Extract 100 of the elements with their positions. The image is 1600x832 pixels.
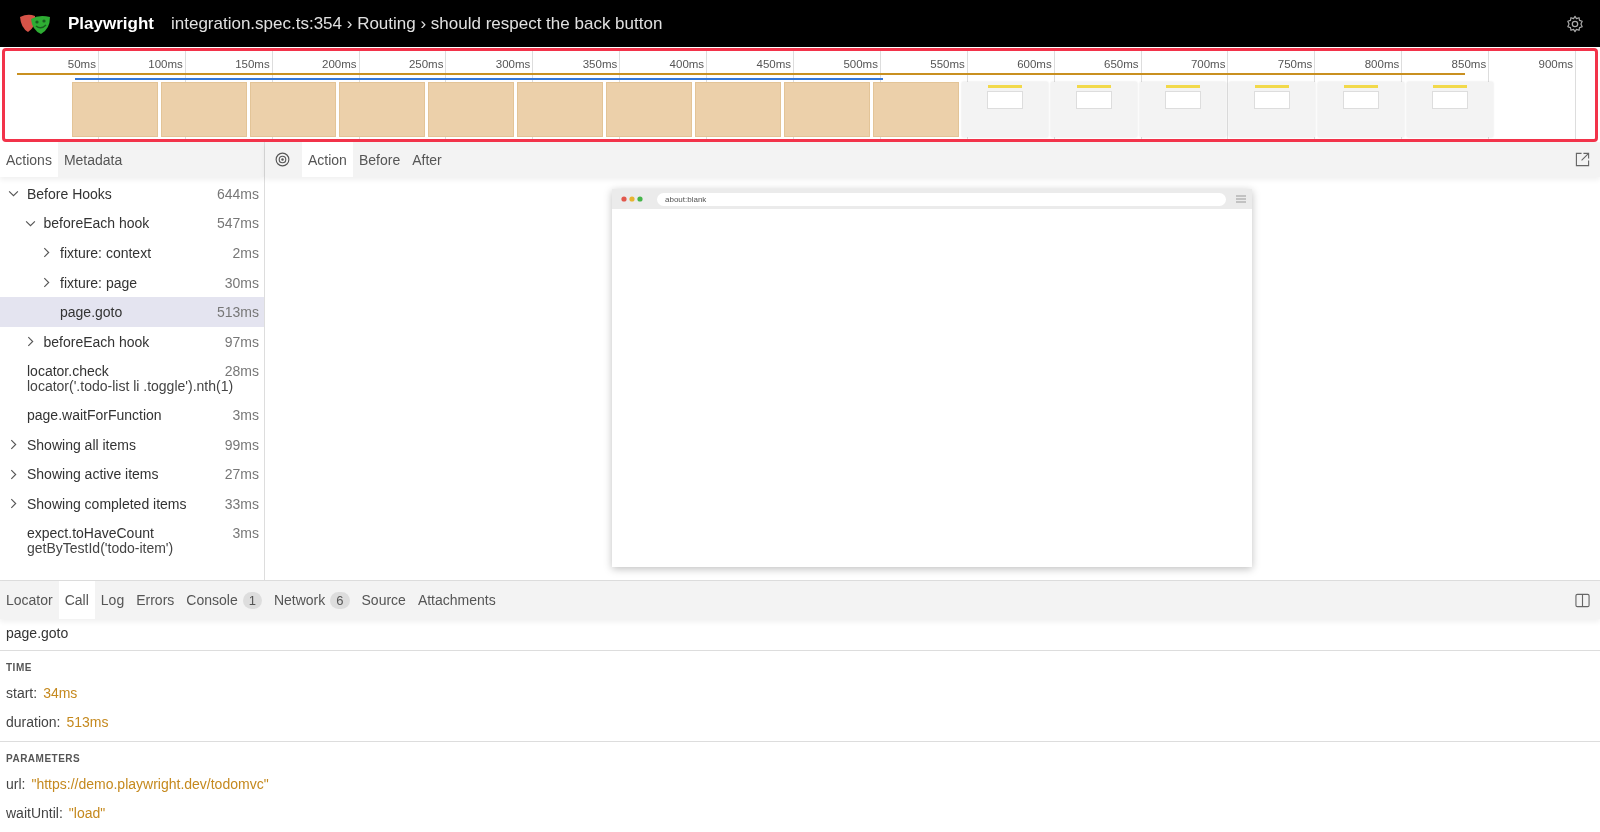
filmstrip-frame[interactable] [784, 82, 870, 137]
action-row[interactable]: fixture: page 30ms [0, 267, 264, 298]
filmstrip-frame[interactable] [695, 82, 781, 137]
chevron-icon[interactable] [26, 336, 34, 348]
filmstrip-frame[interactable] [1229, 82, 1315, 137]
tick-label: 400ms [669, 57, 706, 71]
tick-label: 700ms [1190, 57, 1227, 71]
filmstrip-frame[interactable] [1140, 82, 1226, 137]
details-tab[interactable]: Source [355, 581, 412, 619]
action-label: beforeEach hook [43, 333, 150, 350]
chevron-icon[interactable] [43, 247, 50, 259]
chevron-icon[interactable] [24, 219, 36, 227]
action-duration: 547ms [216, 215, 259, 232]
details-tab[interactable]: Locator [0, 581, 59, 619]
tick-label: 500ms [843, 57, 879, 71]
action-label: Showing completed items [27, 495, 187, 512]
action-label: expect.toHaveCount [27, 525, 154, 542]
details-tab[interactable]: Console 1 [180, 581, 268, 619]
app-name: Playwright [68, 13, 154, 34]
filmstrip-frame[interactable] [250, 82, 336, 137]
settings-icon[interactable] [1566, 14, 1584, 33]
param-name: start: [6, 685, 38, 701]
action-row[interactable]: expect.toHaveCount 3ms getByTestId('todo-item') [0, 518, 264, 563]
action-duration: 97ms [224, 333, 259, 350]
action-row[interactable]: Showing all items 99ms [0, 429, 264, 460]
filmstrip-frame[interactable] [962, 82, 1048, 137]
action-label: page.waitForFunction [27, 406, 162, 423]
tick-label: 350ms [582, 57, 619, 71]
snapshot-tab[interactable]: Before [352, 142, 407, 177]
action-row[interactable]: beforeEach hook 97ms [0, 326, 264, 357]
action-duration: 27ms [224, 466, 259, 483]
action-label: fixture: page [60, 274, 138, 291]
param-value: "https://demo.playwright.dev/todomvc" [31, 776, 269, 792]
chevron-icon[interactable] [10, 468, 17, 480]
snapshot-tab[interactable]: After [406, 142, 448, 177]
action-label: page.goto [60, 304, 123, 321]
action-label: Showing active items [27, 466, 159, 483]
action-label: Before Hooks [27, 185, 112, 202]
filmstrip-frame[interactable] [339, 82, 425, 137]
tick-label: 450ms [756, 57, 792, 71]
param-value: 34ms [43, 685, 78, 701]
tick-label: 50ms [67, 57, 97, 71]
sidebar-tab[interactable]: Actions [0, 142, 58, 177]
action-duration: 644ms [216, 185, 259, 202]
action-row[interactable]: fixture: context 2ms [0, 238, 264, 268]
tick-label: 900ms [1538, 57, 1575, 71]
details-tab[interactable]: Errors [130, 581, 181, 619]
action-row[interactable]: beforeEach hook 547ms [0, 208, 264, 239]
sidebar-tab[interactable]: Metadata [57, 142, 129, 177]
filmstrip-frame[interactable] [873, 82, 959, 137]
action-locator: getByTestId('todo-item') [27, 540, 175, 559]
filmstrip-frame[interactable] [517, 82, 603, 137]
tick-label: 150ms [235, 57, 271, 71]
action-duration: 30ms [224, 274, 259, 291]
action-duration: 28ms [224, 363, 259, 380]
tick-label: 100ms [148, 57, 184, 71]
action-label: Showing all items [27, 436, 136, 453]
target-icon[interactable] [275, 152, 290, 167]
tick-label: 300ms [495, 57, 532, 71]
filmstrip-frame[interactable] [428, 82, 514, 137]
chevron-icon[interactable] [8, 190, 19, 198]
tick-label: 750ms [1277, 57, 1314, 71]
action-row[interactable]: page.goto 513ms [0, 297, 264, 327]
action-label: beforeEach hook [43, 215, 150, 232]
action-row[interactable]: page.waitForFunction 3ms [0, 400, 264, 430]
details-tab[interactable]: Network 6 [267, 581, 356, 619]
tick-label: 850ms [1451, 57, 1488, 71]
section-heading: TIME [5, 661, 33, 675]
open-external-icon[interactable] [1575, 152, 1590, 167]
action-row[interactable]: Showing active items 27ms [0, 459, 264, 489]
action-duration: 99ms [224, 436, 259, 453]
filmstrip-frame[interactable] [1407, 82, 1493, 137]
tick-label: 550ms [930, 57, 966, 71]
filmstrip-frame[interactable] [161, 82, 247, 137]
chevron-icon[interactable] [10, 439, 17, 451]
action-duration: 33ms [224, 495, 259, 512]
tick-label: 650ms [1104, 57, 1140, 71]
snapshot-tab[interactable]: Action [302, 142, 353, 177]
menu-icon [1236, 195, 1246, 203]
details-tab[interactable]: Call [58, 581, 95, 619]
tick-label: 800ms [1364, 57, 1401, 71]
filmstrip-frame[interactable] [1051, 82, 1137, 137]
action-duration: 3ms [232, 525, 259, 542]
tick-label: 200ms [322, 57, 358, 71]
chevron-icon[interactable] [43, 277, 50, 289]
action-row[interactable]: locator.check 28ms locator('.todo-list li .toggle').nth(1) [0, 356, 264, 401]
filmstrip-frame[interactable] [606, 82, 692, 137]
details-tab[interactable]: Log [94, 581, 131, 619]
tick-label: 600ms [1017, 57, 1053, 71]
filmstrip-frame[interactable] [72, 82, 158, 137]
param-value: 513ms [66, 714, 109, 730]
details-tab[interactable]: Attachments [411, 581, 502, 619]
action-row[interactable]: Before Hooks 644ms [0, 179, 264, 209]
param-name: url: [6, 776, 26, 792]
call-title: page.goto [0, 619, 1600, 651]
chevron-icon[interactable] [10, 498, 17, 510]
action-row[interactable]: Showing completed items 33ms [0, 488, 264, 519]
action-locator: locator('.todo-list li .toggle').nth(1) [27, 378, 235, 397]
split-view-icon[interactable] [1575, 592, 1590, 608]
filmstrip-frame[interactable] [1318, 82, 1404, 137]
